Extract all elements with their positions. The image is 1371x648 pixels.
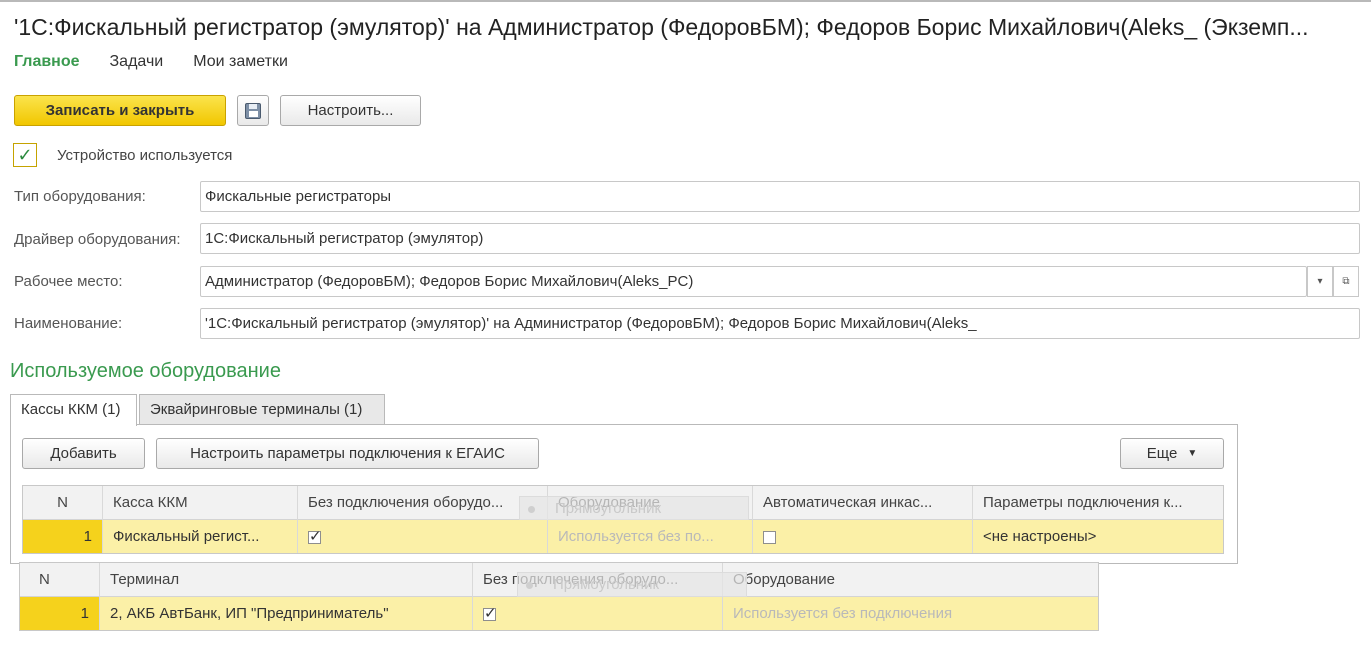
connection-params-cell[interactable]: <не настроены> [973,520,1223,553]
column-header-auto-collection[interactable]: Автоматическая инкас... [753,486,973,520]
save-and-close-button[interactable]: Записать и закрыть [14,95,226,126]
column-header-equipment[interactable]: Оборудование [723,563,1098,597]
more-button-label: Еще [1146,445,1178,462]
name-label: Наименование: [14,315,123,332]
cash-registers-table: N Касса ККМ Без подключения оборудо... О… [22,485,1224,554]
cash-register-cell[interactable]: Фискальный регист... [103,520,298,553]
no-connection-checkbox[interactable] [308,527,322,545]
driver-field[interactable]: 1С:Фискальный регистратор (эмулятор) [200,223,1360,254]
save-button[interactable] [237,95,269,126]
ghost-label: Прямоугольник [555,500,662,517]
driver-label: Драйвер оборудования: [14,231,181,248]
acquiring-terminals-table: N Терминал Без подключения оборудо... Об… [19,562,1099,631]
equipment-type-field[interactable]: Фискальные регистраторы [200,181,1360,212]
table-row[interactable]: 1 2, АКБ АвтБанк, ИП "Предприниматель" И… [20,597,1098,630]
drag-ghost-rectangle: Прямоугольник [517,572,747,597]
column-header-n[interactable]: N [23,486,103,520]
section-nav: Главное Задачи Мои заметки [14,53,288,71]
column-header-cash-register[interactable]: Касса ККМ [103,486,298,520]
workplace-dropdown-button[interactable]: ▾ [1307,266,1333,297]
row-number: 1 [23,520,103,553]
chevron-down-icon: ▾ [1317,276,1323,287]
checkmark-icon: ✓ [17,145,33,165]
floppy-disk-icon [245,102,261,119]
column-header-n[interactable]: N [20,563,100,597]
drag-ghost-rectangle: Прямоугольник [519,496,749,521]
egais-settings-button[interactable]: Настроить параметры подключения к ЕГАИС [156,438,539,469]
chevron-down-icon: ▼ [1187,448,1198,459]
terminal-cell[interactable]: 2, АКБ АвтБанк, ИП "Предприниматель" [100,597,473,630]
nav-tasks[interactable]: Задачи [110,53,164,71]
more-button[interactable]: Еще ▼ [1120,438,1224,469]
workplace-field[interactable]: Администратор (ФедоровБМ); Федоров Борис… [200,266,1307,297]
add-button[interactable]: Добавить [22,438,145,469]
name-field[interactable]: '1С:Фискальный регистратор (эмулятор)' н… [200,308,1360,339]
row-number: 1 [20,597,100,630]
no-connection-cell[interactable] [473,597,723,630]
device-used-label: Устройство используется [57,147,233,164]
radio-dot-icon [526,581,533,589]
equipment-cell[interactable]: Используется без подключения [723,597,1098,630]
auto-collection-checkbox[interactable] [763,530,776,544]
column-header-terminal[interactable]: Терминал [100,563,473,597]
column-header-connection-params[interactable]: Параметры подключения к... [973,486,1223,520]
equipment-cell[interactable]: Используется без по... [548,520,753,553]
column-header-no-connection[interactable]: Без подключения оборудо... [298,486,548,520]
table-row[interactable]: 1 Фискальный регист... Используется без … [23,520,1223,553]
no-connection-checkbox[interactable] [483,604,497,622]
radio-dot-icon [528,505,535,513]
nav-notes[interactable]: Мои заметки [193,53,288,71]
window-title: '1С:Фискальный регистратор (эмулятор)' н… [14,14,1309,40]
no-connection-cell[interactable] [298,520,548,553]
window-top-border [0,0,1371,2]
workplace-label: Рабочее место: [14,273,123,290]
workplace-open-button[interactable]: ⧉ [1333,266,1359,297]
ghost-label: Прямоугольник [553,576,660,593]
auto-collection-cell[interactable] [753,520,973,553]
used-equipment-heading: Используемое оборудование [10,360,281,382]
device-used-checkbox[interactable]: ✓ [13,143,37,167]
customize-button[interactable]: Настроить... [280,95,421,126]
open-window-icon: ⧉ [1342,276,1350,287]
tab-cash-registers[interactable]: Кассы ККМ (1) [10,394,137,426]
tab-acquiring-terminals[interactable]: Эквайринговые терминалы (1) [139,394,385,425]
nav-main[interactable]: Главное [14,53,80,71]
equipment-type-label: Тип оборудования: [14,188,146,205]
